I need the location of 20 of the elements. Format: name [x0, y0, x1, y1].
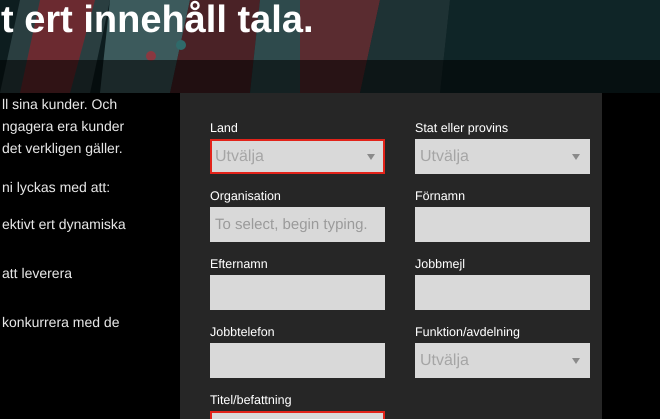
field-label: Titel/befattning	[210, 392, 292, 408]
benefit-text: ektivt ert dynamiska	[2, 215, 126, 234]
intro-text-line: ll sina kunder. Och	[2, 95, 118, 114]
field-label: Funktion/avdelning	[415, 324, 520, 340]
intro-text-line: ngagera era kunder	[2, 117, 124, 136]
field-label: Förnamn	[415, 188, 466, 204]
benefit-text: konkurrera med de	[2, 313, 120, 332]
field-label: Jobbtelefon	[210, 324, 275, 340]
field-label: Stat eller provins	[415, 120, 508, 136]
caret-icon	[367, 154, 375, 160]
intro-lead-text: ni lyckas med att:	[2, 178, 110, 197]
caret-icon	[572, 358, 580, 364]
headline: t ert innehåll tala.	[0, 0, 314, 40]
field-label: Organisation	[210, 188, 281, 204]
caret-icon	[572, 154, 580, 160]
field-label: Land	[210, 120, 238, 136]
benefit-text: att leverera	[2, 264, 72, 283]
field-label: Jobbmejl	[415, 256, 466, 272]
intro-text-line: det verkligen gäller.	[2, 139, 123, 158]
field-label: Efternamn	[210, 256, 268, 272]
